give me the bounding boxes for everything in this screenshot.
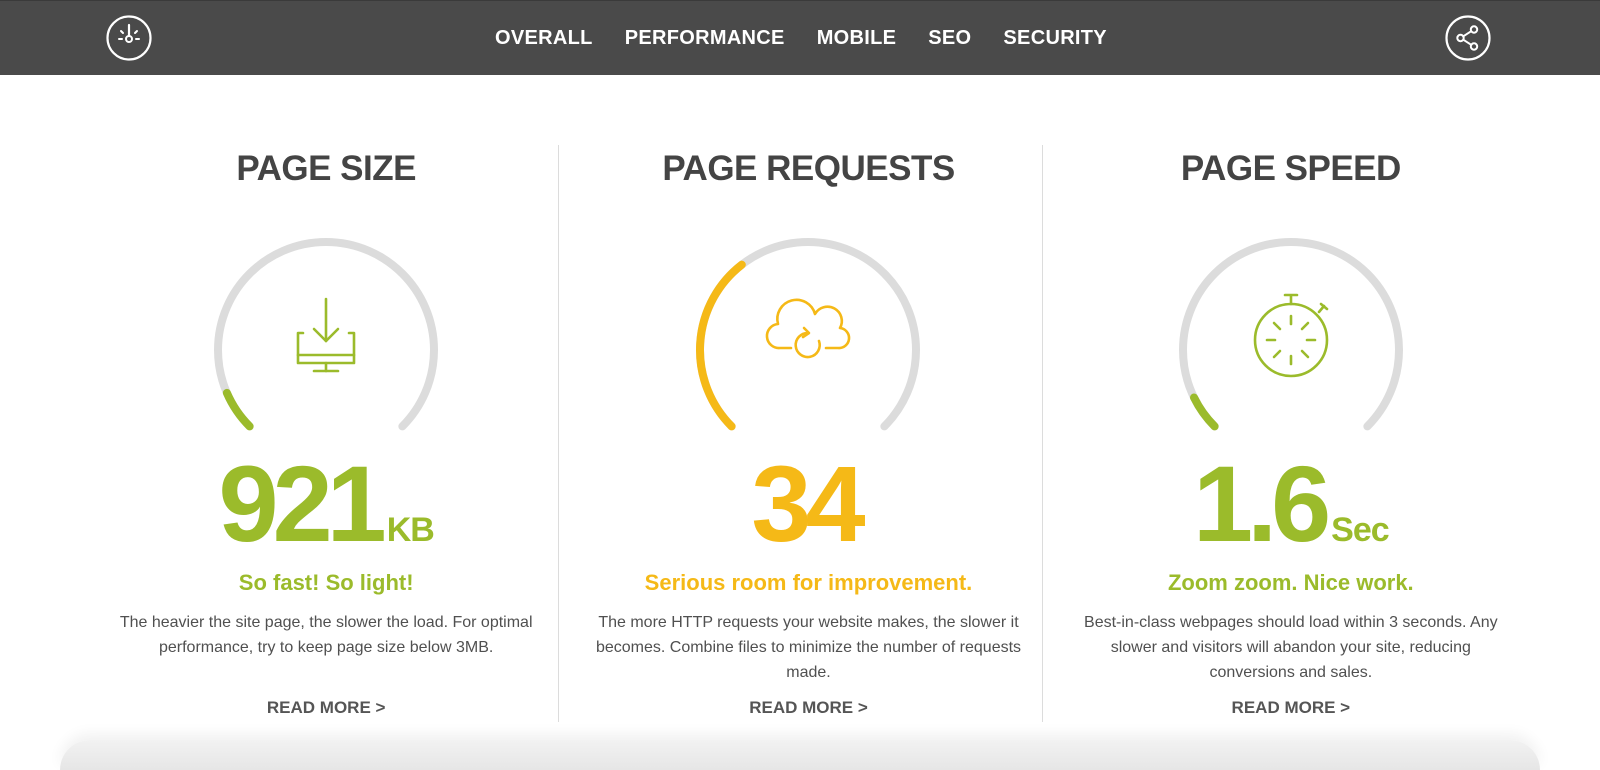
panel-title: PAGE SPEED (1180, 149, 1401, 188)
page-requests-metric: 34 (567, 450, 1049, 558)
page-speed-gauge (1171, 238, 1411, 448)
panel-title: PAGE SIZE (236, 149, 416, 188)
page-speed-metric: 1.6 Sec (1050, 450, 1532, 558)
metric-unit: Sec (1331, 511, 1389, 549)
download-monitor-icon (296, 297, 356, 373)
gauge-fill (223, 388, 254, 431)
nav-item-seo[interactable]: SEO (928, 27, 971, 50)
gauge-fill (1189, 393, 1219, 431)
stopwatch-icon (1253, 293, 1329, 378)
panel-title: PAGE REQUESTS (662, 149, 955, 188)
metric-description: The more HTTP requests your website make… (595, 614, 1022, 681)
metric-tagline: Zoom zoom. Nice work. (1167, 570, 1414, 595)
top-navbar: OVERALL PERFORMANCE MOBILE SEO SECURITY (0, 0, 1600, 75)
page-size-metric: 921 KB (85, 450, 567, 558)
nav-item-security[interactable]: SECURITY (1003, 27, 1107, 50)
nav-item-performance[interactable]: PERFORMANCE (625, 27, 785, 50)
nav-menu: OVERALL PERFORMANCE MOBILE SEO SECURITY (0, 1, 1600, 76)
metric-value: 1.6 (1193, 443, 1331, 564)
page-size-gauge (206, 238, 446, 448)
page-requests-gauge (688, 238, 928, 448)
metric-unit: KB (386, 511, 435, 549)
gauge-track (1178, 238, 1403, 431)
metric-value: 34 (751, 443, 865, 564)
share-icon[interactable] (1445, 15, 1491, 61)
page-speed-panel: PAGE SPEED 1.6 Sec Zoom zoom. Nice work.… (1050, 145, 1532, 722)
read-more-link[interactable]: READ MORE > (85, 698, 567, 718)
metric-tagline: Serious room for improvement. (644, 570, 973, 595)
cloud-sync-icon (766, 298, 851, 359)
metric-tagline: So fast! So light! (238, 570, 414, 595)
metric-description: The heavier the site page, the slower th… (119, 614, 533, 656)
page-requests-panel: PAGE REQUESTS 34 Serious room for improv… (567, 145, 1049, 722)
metric-description: Best-in-class webpages should load withi… (1084, 614, 1498, 681)
read-more-link[interactable]: READ MORE > (1050, 698, 1532, 718)
metric-value: 921 (218, 443, 387, 564)
gauge-fill (696, 260, 747, 431)
page-size-panel: PAGE SIZE 921 KB So fast! So light! The … (85, 145, 567, 722)
nav-item-mobile[interactable]: MOBILE (817, 27, 897, 50)
nav-item-overall[interactable]: OVERALL (495, 27, 593, 50)
read-more-link[interactable]: READ MORE > (567, 698, 1049, 718)
metrics-panels: PAGE SIZE 921 KB So fast! So light! The … (85, 145, 1532, 722)
